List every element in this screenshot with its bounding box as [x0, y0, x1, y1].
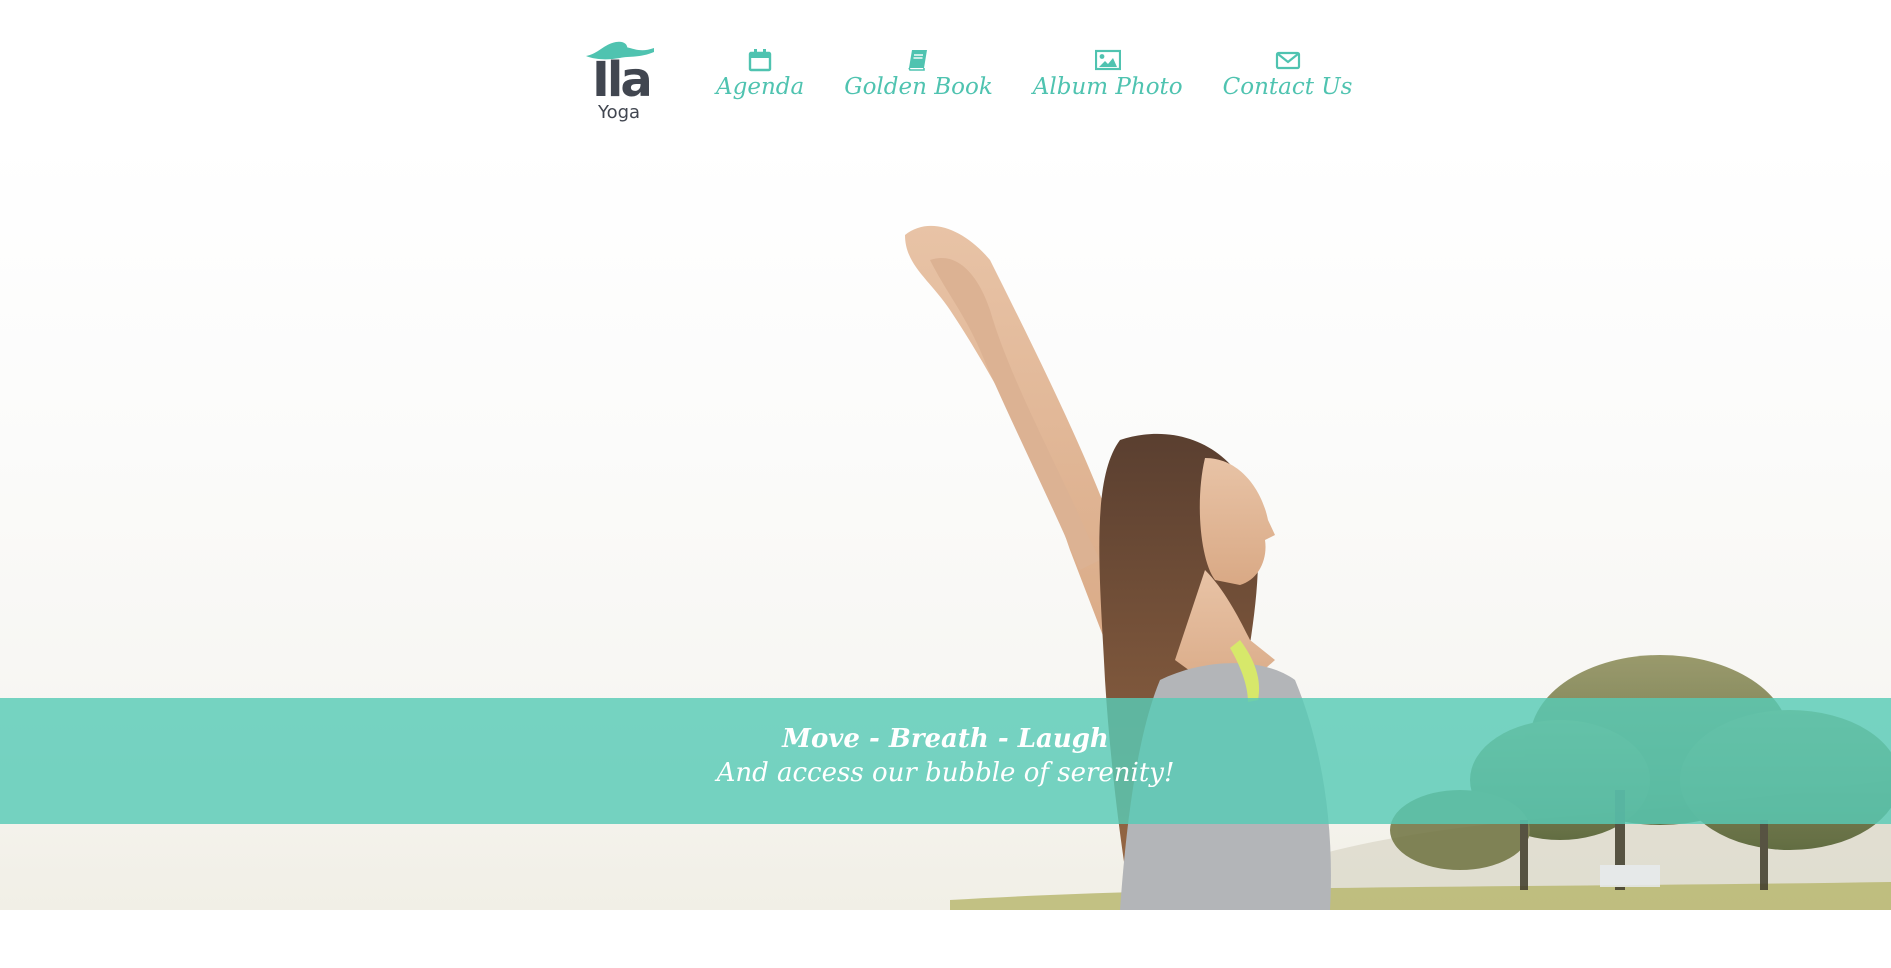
- hero-subtagline: And access our bubble of serenity!: [716, 758, 1175, 788]
- nav-item-golden-book[interactable]: Golden Book: [844, 48, 993, 100]
- image-icon: [1094, 49, 1121, 71]
- nav-label: Agenda: [716, 74, 805, 100]
- book-icon: [908, 50, 928, 71]
- nav-label: Album Photo: [1032, 74, 1183, 100]
- logo-text: Ila: [592, 52, 653, 108]
- site-logo[interactable]: Ila Yoga: [584, 34, 656, 124]
- nav-item-agenda[interactable]: Agenda: [716, 48, 804, 100]
- nav-label: Contact Us: [1222, 74, 1353, 100]
- main-nav: Agenda Golden Book Album Photo Contact U…: [716, 48, 1352, 100]
- logo-subtitle: Yoga: [598, 102, 641, 123]
- hero-banner: Move - Breath - Laugh And access our bub…: [0, 698, 1891, 824]
- site-header: Ila Yoga Agenda Golden Book Album Photo …: [0, 0, 1891, 140]
- nav-label: Golden Book: [844, 74, 993, 100]
- calendar-icon: [748, 49, 772, 72]
- envelope-icon: [1275, 51, 1300, 70]
- hero-tagline: Move - Breath - Laugh: [782, 724, 1109, 754]
- nav-item-album-photo[interactable]: Album Photo: [1033, 48, 1183, 100]
- nav-item-contact-us[interactable]: Contact Us: [1222, 48, 1353, 100]
